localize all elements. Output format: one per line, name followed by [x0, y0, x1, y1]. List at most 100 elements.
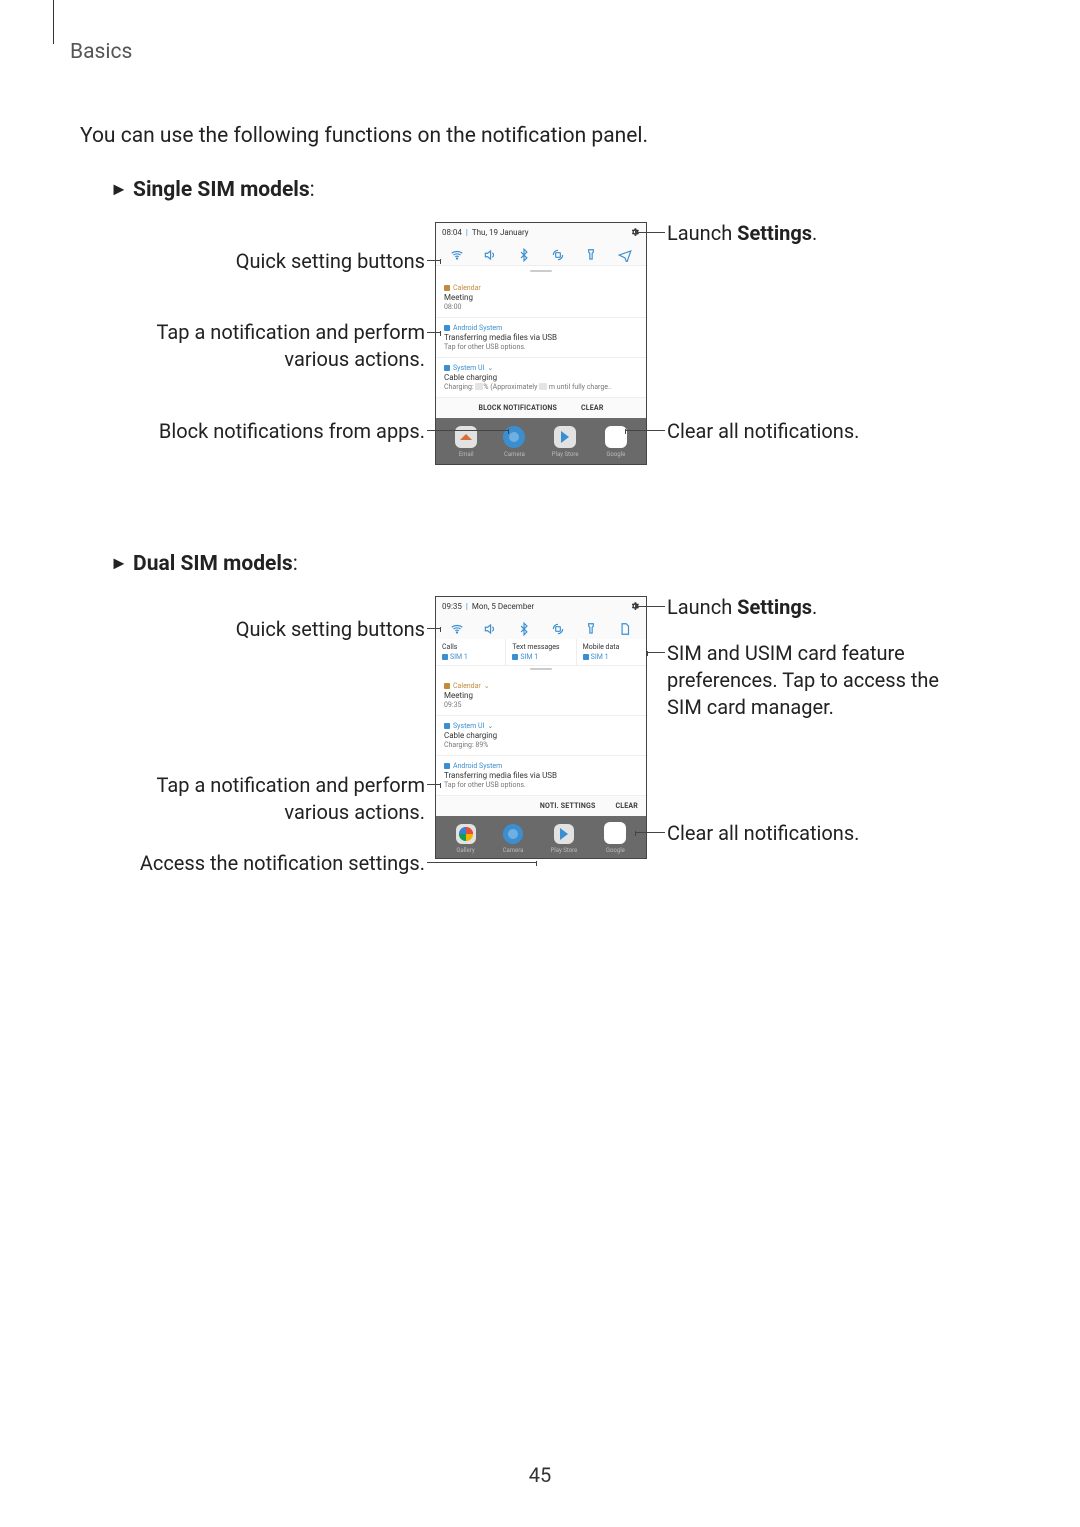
- dock-label: Gallery: [456, 847, 474, 854]
- page-number: 45: [0, 1463, 1080, 1487]
- play-store-icon[interactable]: [554, 426, 576, 448]
- bluetooth-icon[interactable]: [516, 247, 532, 263]
- sim-cell-sub: SIM 1: [520, 653, 538, 661]
- clear-button[interactable]: CLEAR: [581, 404, 604, 412]
- leader-line: [427, 430, 509, 431]
- rotate-icon[interactable]: [550, 247, 566, 263]
- quick-settings-row[interactable]: [436, 615, 646, 639]
- settings-suffix: .: [812, 595, 817, 619]
- sim-icon[interactable]: [617, 621, 633, 637]
- google-folder-icon[interactable]: [604, 822, 626, 844]
- wifi-icon[interactable]: [449, 247, 465, 263]
- notification-subtext: Tap for other USB options.: [444, 343, 638, 351]
- notification-app-label: Android System: [444, 324, 638, 332]
- notification-title: Cable charging: [444, 731, 638, 740]
- phone-dock: Gallery Camera Play Store Google: [436, 816, 646, 858]
- clear-button[interactable]: CLEAR: [616, 802, 639, 810]
- status-time: 09:35: [442, 602, 462, 611]
- callout-line2: various actions.: [284, 800, 425, 824]
- notification-item[interactable]: Calendar Meeting 08:00: [436, 278, 646, 318]
- sim-cell-texts[interactable]: Text messages SIM 1: [506, 639, 576, 665]
- android-icon: [444, 763, 450, 769]
- leader-line: [427, 332, 441, 333]
- sound-icon[interactable]: [482, 247, 498, 263]
- notification-item[interactable]: Android System Transferring media files …: [436, 318, 646, 358]
- phone-dock: Email Camera Play Store Google: [436, 418, 646, 464]
- status-divider-icon: |: [466, 602, 468, 611]
- dock-label: Camera: [503, 847, 524, 854]
- charge-post: m until fully charge..: [547, 383, 611, 391]
- leader-line: [427, 628, 441, 629]
- sim-cell-title: Text messages: [512, 643, 569, 651]
- bluetooth-icon[interactable]: [516, 621, 532, 637]
- sim-cell-calls[interactable]: Calls SIM 1: [436, 639, 506, 665]
- notification-item[interactable]: System UI ⌄ Cable charging Charging: 89%: [436, 716, 646, 756]
- leader-line: [427, 260, 441, 261]
- block-notifications-button[interactable]: BLOCK NOTIFICATIONS: [478, 404, 557, 412]
- settings-suffix: .: [812, 221, 817, 245]
- notification-title: Transferring media files via USB: [444, 771, 638, 780]
- calendar-icon: [444, 285, 450, 291]
- wifi-icon[interactable]: [449, 621, 465, 637]
- dock-label: Camera: [504, 451, 525, 458]
- callout-sim-preferences: SIM and USIM card feature preferences. T…: [667, 640, 997, 721]
- section-dual-sim: ► Dual SIM models:: [110, 552, 1000, 576]
- notification-title: Transferring media files via USB: [444, 333, 638, 342]
- leader-line: [427, 784, 441, 785]
- dock-label: Google: [606, 847, 625, 854]
- play-store-icon[interactable]: [554, 824, 574, 844]
- notification-subtext: Charging: 89%: [444, 741, 638, 749]
- callout-line1: SIM and USIM card feature: [667, 641, 905, 665]
- settings-bold: Settings: [737, 221, 812, 245]
- section-dual-label: Dual SIM models: [133, 552, 293, 576]
- sim-cell-data[interactable]: Mobile data SIM 1: [577, 639, 646, 665]
- drag-handle-icon[interactable]: [530, 668, 552, 670]
- airplane-icon[interactable]: [617, 247, 633, 263]
- notification-item[interactable]: Calendar ⌄ Meeting 09:35: [436, 676, 646, 716]
- sound-icon[interactable]: [482, 621, 498, 637]
- app-name: System UI: [453, 364, 484, 372]
- callout-quick-settings: Quick setting buttons: [80, 248, 425, 275]
- rotate-icon[interactable]: [550, 621, 566, 637]
- sim-cell-sub: SIM 1: [591, 653, 609, 661]
- notification-item[interactable]: System UI ⌄ Cable charging Charging: % (…: [436, 358, 646, 398]
- callout-line1: Tap a notification and perform: [157, 320, 425, 344]
- chevron-down-icon[interactable]: ⌄: [484, 682, 490, 690]
- notification-title: Meeting: [444, 691, 638, 700]
- camera-icon[interactable]: [503, 824, 523, 844]
- status-divider-icon: |: [466, 228, 468, 237]
- intro-text: You can use the following functions on t…: [80, 124, 1000, 148]
- phone-screenshot-single: 08:04 | Thu, 19 January: [435, 222, 647, 465]
- notification-app-label: Calendar ⌄: [444, 682, 638, 690]
- phone-screenshot-dual: 09:35 | Mon, 5 December Calls S: [435, 596, 647, 859]
- notification-subtext: Charging: % (Approximately m until fully…: [444, 383, 638, 391]
- app-name: Calendar: [453, 284, 481, 292]
- callout-line2: preferences. Tap to access the: [667, 668, 939, 692]
- chevron-down-icon[interactable]: ⌄: [487, 722, 493, 730]
- drag-handle-icon[interactable]: [530, 270, 552, 272]
- google-folder-icon[interactable]: [605, 426, 627, 448]
- sim-cell-title: Mobile data: [583, 643, 640, 651]
- status-bar: 08:04 | Thu, 19 January: [436, 223, 646, 241]
- notification-app-label: System UI ⌄: [444, 722, 638, 730]
- leader-line: [625, 430, 665, 431]
- notification-item[interactable]: Android System Transferring media files …: [436, 756, 646, 796]
- gallery-icon[interactable]: [456, 824, 476, 844]
- triangle-right-icon: ►: [110, 553, 128, 574]
- sim-preference-row[interactable]: Calls SIM 1 Text messages SIM 1 Mobile d…: [436, 639, 646, 666]
- flashlight-icon[interactable]: [583, 621, 599, 637]
- sim-card-icon: [442, 654, 448, 660]
- notification-app-label: Calendar: [444, 284, 638, 292]
- dock-label: Google: [606, 451, 625, 458]
- app-name: Android System: [453, 324, 502, 332]
- noti-settings-button[interactable]: NOTI. SETTINGS: [540, 802, 596, 810]
- chevron-down-icon[interactable]: ⌄: [487, 364, 493, 372]
- callout-line2: various actions.: [284, 347, 425, 371]
- dock-label: Play Store: [550, 847, 577, 854]
- notification-title: Cable charging: [444, 373, 638, 382]
- flashlight-icon[interactable]: [583, 247, 599, 263]
- quick-settings-row[interactable]: [436, 241, 646, 266]
- status-date: Mon, 5 December: [472, 602, 534, 611]
- callout-noti-settings: Access the notification settings.: [80, 850, 425, 877]
- status-date: Thu, 19 January: [472, 228, 529, 237]
